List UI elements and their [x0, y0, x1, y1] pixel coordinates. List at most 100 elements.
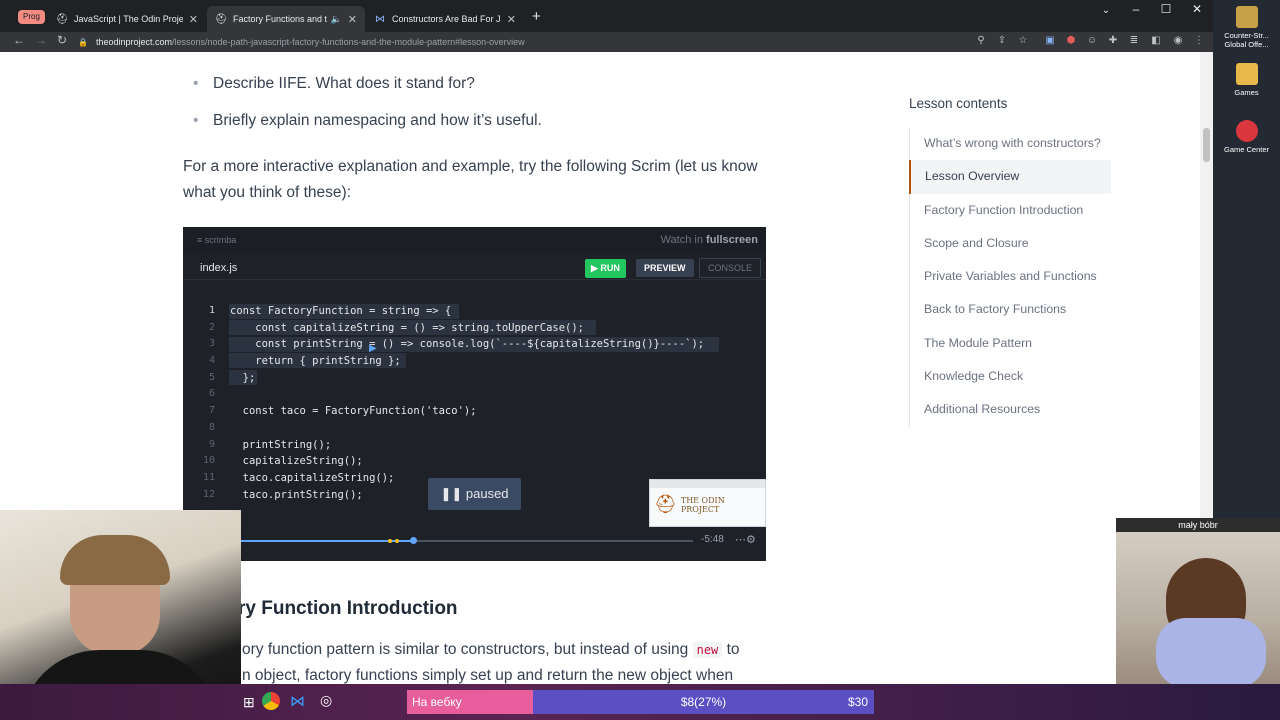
forward-icon[interactable]: → [32, 33, 50, 47]
taskbar: ⊞ ⋈ ◎ На вебку $8(27%) $30 [0, 684, 1280, 720]
lesson-contents-nav: What’s wrong with constructors? Lesson O… [909, 127, 1111, 427]
zoom-icon[interactable]: ⚲ [974, 34, 988, 48]
marker-dot [395, 539, 399, 543]
lock-icon: 🔒 [78, 37, 88, 47]
audio-icon[interactable]: 🔈 [331, 14, 342, 25]
code-line: 4 return { printString }; [208, 355, 401, 368]
thumbnail-browser-bar [650, 480, 765, 488]
new-tab-button[interactable]: + [532, 8, 541, 25]
paused-indicator[interactable]: ❚❚ paused [428, 478, 521, 510]
maximize-icon[interactable]: ☐ [1151, 2, 1181, 16]
toc-item-lesson-overview[interactable]: Lesson Overview [909, 160, 1111, 194]
file-tab-index-js[interactable]: index.js [200, 262, 237, 274]
pinned-app-icon[interactable]: ⊞ [243, 694, 255, 711]
scrim-header: ≡ scrimba Watch in fullscreen [183, 227, 766, 253]
close-icon[interactable]: ✕ [348, 13, 357, 26]
preview-thumbnail[interactable]: ⛑ THE ODIN PROJECT [649, 479, 766, 527]
time-remaining: -5:48 [701, 534, 724, 545]
toc-item-factory-intro[interactable]: Factory Function Introduction [910, 194, 1111, 227]
chrome-icon[interactable] [262, 692, 280, 710]
share-icon[interactable]: ⇪ [995, 34, 1009, 48]
close-window-icon[interactable]: ✕ [1182, 2, 1212, 16]
reading-list-icon[interactable]: ≣ [1127, 34, 1141, 48]
tab-constructors-bad[interactable]: ⋈ Constructors Are Bad For JavaScript ✕ [366, 6, 524, 32]
tab-search-icon[interactable]: ⌄ [1091, 5, 1121, 16]
bookmark-star-icon[interactable]: ☆ [1016, 34, 1030, 48]
back-icon[interactable]: ← [10, 33, 28, 47]
watch-fullscreen-link[interactable]: Watch in fullscreen [661, 234, 758, 246]
desktop-icon-game-center[interactable]: Game Center [1213, 120, 1280, 154]
code-line: 3 const printString = () => console.log(… [208, 338, 705, 351]
tab-group-chip[interactable]: Prog [18, 10, 45, 24]
preview-button[interactable]: PREVIEW [636, 259, 694, 277]
toc-item-back-to-factory[interactable]: Back to Factory Functions [910, 293, 1111, 326]
game-center-icon [1235, 120, 1258, 142]
pause-icon: ❚❚ [440, 486, 463, 501]
code-line: 2 const capitalizeString = () => string.… [208, 321, 585, 334]
medium-icon: ⋈ [375, 13, 385, 25]
webcam-donation-label: На вебку [407, 690, 533, 714]
person-hair [60, 535, 170, 585]
close-icon[interactable]: ✕ [507, 13, 516, 26]
adblock-icon[interactable]: ⬢ [1064, 34, 1078, 48]
minimize-icon[interactable]: – [1121, 2, 1151, 16]
code-editor[interactable]: 1 const FactoryFunction = string => { 2 c… [195, 305, 704, 505]
scrim-intro-paragraph: For a more interactive explanation and e… [183, 158, 758, 201]
marker-dot [388, 539, 392, 543]
toc-item-additional-resources[interactable]: Additional Resources [910, 393, 1111, 426]
desktop-icon-csgo[interactable]: Counter-Str... Global Offe... [1213, 6, 1280, 49]
toc-item-scope-closure[interactable]: Scope and Closure [910, 227, 1111, 260]
tab-odin-javascript[interactable]: ⛑ JavaScript | The Odin Project ✕ [48, 6, 206, 32]
side-panel-icon[interactable]: ◧ [1149, 34, 1163, 48]
toc-item-knowledge-check[interactable]: Knowledge Check [910, 360, 1111, 393]
tab-factory-functions[interactable]: ⛑ Factory Functions and the Module Patte… [207, 6, 365, 32]
extension-face-icon[interactable]: ☺ [1085, 34, 1099, 48]
inline-code: new [692, 642, 723, 658]
tab-bar: Prog ⛑ JavaScript | The Odin Project ✕ ⛑… [0, 0, 1213, 32]
code-line: 8 [208, 421, 215, 433]
scrollbar-thumb[interactable] [1203, 128, 1210, 162]
odin-helmet-icon: ⛑ [214, 13, 228, 25]
desktop-icon-games[interactable]: Games [1213, 63, 1280, 97]
code-line: 7 const taco = FactoryFunction('taco'); [208, 405, 477, 418]
scrim-player[interactable]: ≡ scrimba Watch in fullscreen index.js ▶… [183, 227, 766, 561]
translate-icon[interactable]: ▣ [1043, 34, 1057, 48]
csgo-icon [1235, 6, 1258, 28]
list-item: Briefly explain namespacing and how it’s… [193, 112, 542, 130]
divider [183, 279, 766, 280]
list-item: Describe IIFE. What does it stand for? [193, 75, 475, 93]
code-line: 10 capitalizeString(); [202, 455, 363, 468]
reload-icon[interactable]: ↻ [53, 33, 71, 47]
toc-item-private-variables[interactable]: Private Variables and Functions [910, 260, 1111, 293]
code-line: 1 const FactoryFunction = string => { [208, 305, 452, 317]
obs-icon[interactable]: ◎ [320, 692, 332, 709]
section-paragraph-line-2: n object, factory functions simply set u… [242, 667, 734, 684]
toc-title: Lesson contents [909, 96, 1008, 111]
section-paragraph-line-1: ory function pattern is similar to const… [242, 641, 740, 658]
toc-item-module-pattern[interactable]: The Module Pattern [910, 327, 1111, 360]
cursor-icon: ▶ [369, 343, 377, 354]
menu-kebab-icon[interactable]: ⋮ [1192, 34, 1206, 48]
goal-progress-text: $8(27%) [680, 695, 727, 709]
folder-icon [1235, 63, 1258, 85]
code-line: 6 [208, 388, 215, 400]
settings-gear-icon[interactable]: ⋯⚙ [735, 533, 756, 546]
thumbnail-content: ⛑ THE ODIN PROJECT [654, 494, 725, 514]
section-heading: ry Function Introduction [238, 598, 458, 619]
progress-handle[interactable] [410, 537, 417, 544]
address-bar[interactable]: 🔒 theodinproject.com /lessons/node-path-… [78, 34, 968, 50]
close-icon[interactable]: ✕ [189, 13, 198, 26]
toc-item-whats-wrong[interactable]: What’s wrong with constructors? [910, 127, 1111, 160]
run-button[interactable]: ▶ RUN [585, 259, 626, 278]
goal-target-text: $30 [847, 695, 868, 709]
progress-track[interactable] [238, 540, 693, 542]
vscode-icon[interactable]: ⋈ [290, 692, 305, 710]
donation-goal-bar: $8(27%) $30 [533, 690, 874, 714]
code-line: 9 printString(); [208, 438, 332, 451]
console-button[interactable]: CONSOLE [699, 258, 762, 278]
profile-avatar[interactable]: ◉ [1171, 34, 1185, 48]
extensions-puzzle-icon[interactable]: ✚ [1106, 34, 1120, 48]
odin-helmet-icon: ⛑ [654, 494, 677, 514]
beaver-label: mały bóbr [1116, 518, 1280, 532]
glove [1156, 618, 1266, 688]
